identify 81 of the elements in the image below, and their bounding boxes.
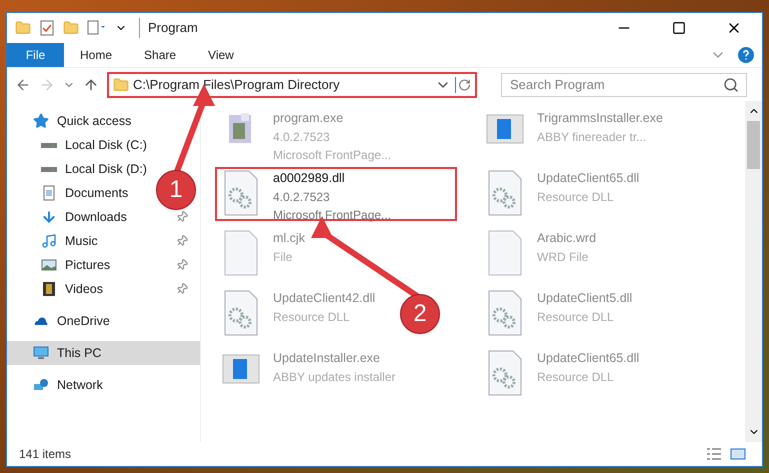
file-name: UpdateClient42.dll <box>273 290 376 307</box>
sidebar-label: Videos <box>65 280 104 298</box>
drive-icon <box>41 142 57 148</box>
address-field[interactable]: C:\Program Files\Program Directory <box>107 72 477 98</box>
folder-icon <box>113 76 129 92</box>
file-name: UpdateClient65.dll <box>537 170 640 187</box>
file-name: TrigrammsInstaller.exe <box>537 110 663 127</box>
music-note-icon <box>41 233 57 249</box>
sidebar-label: Pictures <box>65 256 112 274</box>
sidebar-item[interactable]: Local Disk (D:) <box>7 157 159 181</box>
file-item[interactable]: UpdateClient65.dll Resource DLL <box>481 169 644 219</box>
star-icon <box>33 113 49 129</box>
maximize-icon[interactable] <box>672 21 686 35</box>
sidebar-label: OneDrive <box>57 312 110 330</box>
file-item[interactable]: ml.cjk File <box>217 229 309 279</box>
file-item[interactable]: UpdateInstaller.exe ABBY updates installer <box>217 349 400 399</box>
file-name: UpdateInstaller.exe <box>273 350 382 367</box>
item-count: 141 items <box>19 446 72 463</box>
search-icon <box>723 76 739 92</box>
search-field[interactable]: Search Program <box>501 72 747 96</box>
sidebar-item[interactable]: Local Disk (C:) <box>7 133 159 157</box>
file-detail: ABBY updates installer <box>273 368 396 386</box>
window-title: Program <box>139 18 198 38</box>
ribbon-tab[interactable]: File <box>7 43 64 67</box>
address-path: C:\Program Files\Program Directory <box>133 76 341 94</box>
sidebar-item[interactable]: Network <box>7 373 115 397</box>
sidebar-item[interactable]: Pictures <box>7 253 200 277</box>
sidebar-item[interactable]: Videos <box>7 277 200 301</box>
file-name: Arabic.wrd <box>537 230 596 247</box>
file-name: program.exe <box>273 110 344 127</box>
film-icon <box>41 281 57 297</box>
up-icon[interactable] <box>83 76 99 92</box>
file-item[interactable]: UpdateClient5.dll Resource DLL <box>481 289 636 339</box>
document-icon <box>41 185 57 201</box>
ribbon-tab[interactable]: View <box>192 43 250 67</box>
properties-icon[interactable] <box>87 20 107 36</box>
checklist-icon[interactable] <box>39 20 55 36</box>
file-name: a0002989.dll <box>273 170 346 187</box>
file-item[interactable]: Arabic.wrd WRD File <box>481 229 600 279</box>
file-item[interactable]: TrigrammsInstaller.exe ABBY finereader tr... <box>481 109 667 159</box>
sidebar-label: Documents <box>65 184 128 202</box>
sidebar-label: This PC <box>57 344 102 362</box>
file-detail: Resource DLL <box>537 308 615 326</box>
large-icons-view-icon[interactable] <box>730 446 746 462</box>
ribbon-tab[interactable]: Home <box>64 43 128 67</box>
sidebar-item[interactable]: Music <box>7 229 200 253</box>
file-item[interactable]: UpdateClient65.dll Resource DLL <box>481 349 644 399</box>
file-detail: Resource DLL <box>273 308 351 326</box>
file-detail: Resource DLL <box>537 368 615 386</box>
file-name: ml.cjk <box>273 230 305 247</box>
drive-icon <box>41 166 57 172</box>
file-detail: ABBY finereader tr... <box>537 128 648 146</box>
sidebar-item[interactable]: OneDrive <box>7 309 122 333</box>
file-detail: 4.0.2.7523 <box>273 128 331 146</box>
sidebar-item[interactable]: Quick access <box>7 109 144 133</box>
monitor-icon <box>33 345 49 361</box>
sidebar-label: Downloads <box>65 208 128 226</box>
refresh-icon[interactable] <box>455 76 471 92</box>
file-name: UpdateClient65.dll <box>537 350 640 367</box>
download-icon <box>41 209 57 225</box>
back-icon[interactable] <box>15 76 31 92</box>
sidebar-label: Local Disk (D:) <box>65 160 147 178</box>
sidebar-label: Network <box>57 376 103 394</box>
file-name: UpdateClient5.dll <box>537 290 632 307</box>
file-detail: WRD File <box>537 248 590 266</box>
sidebar-label: Local Disk (C:) <box>65 136 147 154</box>
file-item[interactable]: UpdateClient42.dll Resource DLL <box>217 289 380 339</box>
sidebar-label: Quick access <box>57 112 132 130</box>
file-detail: File <box>273 248 294 266</box>
scrollbar[interactable] <box>745 101 762 442</box>
network-icon <box>33 377 49 393</box>
ribbon-tab[interactable]: Share <box>128 43 192 67</box>
scroll-thumb[interactable] <box>747 121 760 169</box>
sidebar-label: Music <box>65 232 99 250</box>
details-view-icon[interactable] <box>706 446 722 462</box>
file-detail: 4.0.2.7523 <box>273 188 331 206</box>
sidebar-item[interactable]: Documents <box>7 181 140 205</box>
file-detail: Resource DLL <box>537 188 615 206</box>
sidebar-item[interactable]: This PC <box>7 341 200 365</box>
landscape-icon <box>41 257 57 273</box>
help-icon[interactable] <box>738 47 754 63</box>
